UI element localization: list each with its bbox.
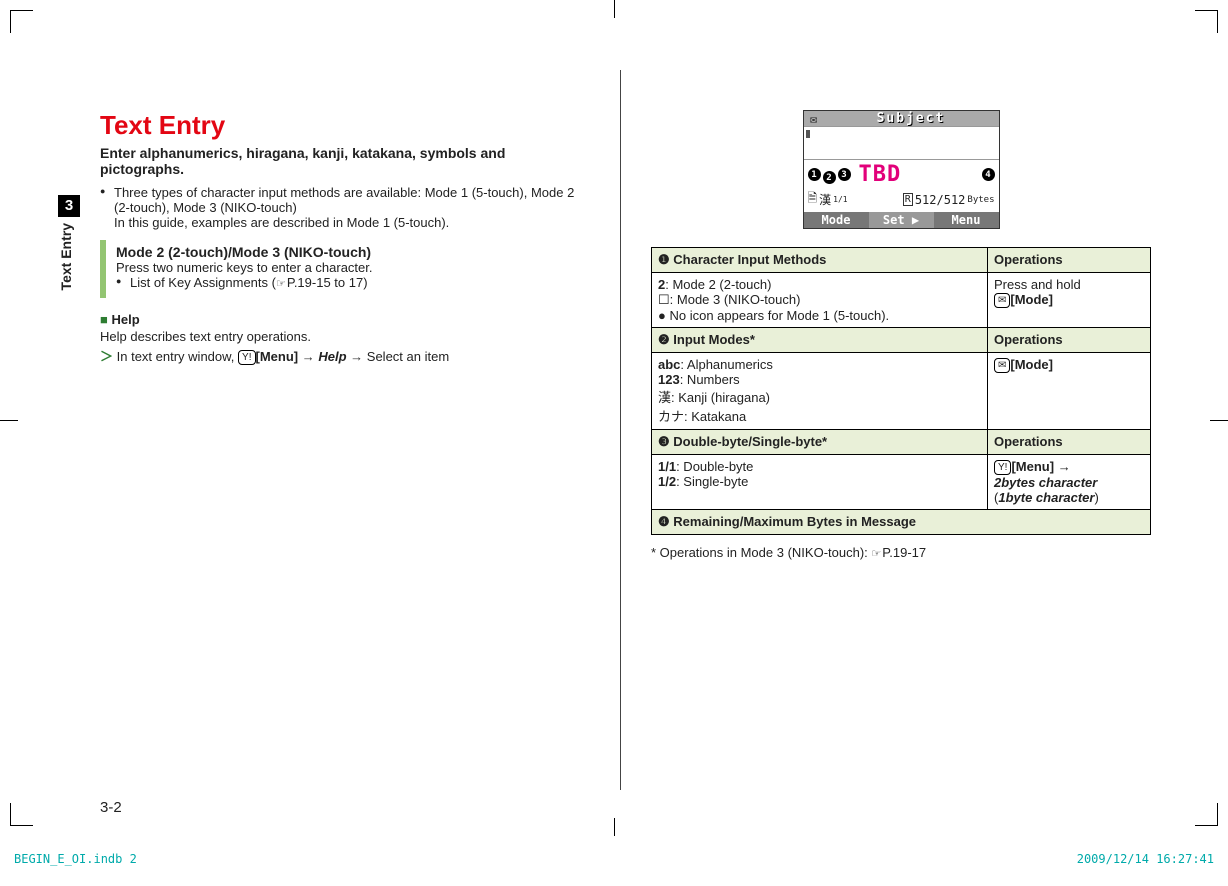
indicator-table: ❶ Character Input Methods Operations 2: …: [651, 247, 1151, 535]
help-step: ＞ In text entry window, Y![Menu] → Help …: [100, 346, 590, 365]
page-number: 3-2: [100, 799, 122, 816]
th-remaining-bytes: ❹ Remaining/Maximum Bytes in Message: [652, 510, 1151, 535]
page-title: Text Entry: [100, 110, 590, 141]
byte-unit: Bytes: [967, 195, 994, 205]
callout-2-icon: 2: [823, 171, 836, 184]
th-operations-2: Operations: [988, 328, 1151, 353]
right-column: ✉ Subject 1 2 3 TBD 4 🗎 漢 1/1: [651, 70, 1151, 790]
footnote: * Operations in Mode 3 (NIKO-touch): P.1…: [651, 545, 1151, 560]
square-icon: ■: [100, 312, 108, 327]
imprint-footer: BEGIN_E_OI.indb 2 2009/12/14 16:27:41: [14, 852, 1214, 866]
th-operations: Operations: [988, 248, 1151, 273]
byte-counter: 512/512: [915, 193, 966, 207]
callout-line1: Press two numeric keys to enter a charac…: [116, 260, 590, 275]
page-ref-icon-2: [871, 545, 882, 560]
help-heading: Help: [111, 312, 139, 327]
byte-mode-indicator: 1/1: [833, 195, 847, 204]
imprint-file: BEGIN_E_OI.indb 2: [14, 852, 137, 866]
callout-1-icon: 1: [808, 168, 821, 181]
help-section: ■ Help Help describes text entry operati…: [100, 312, 590, 365]
cursor-icon: [806, 130, 810, 138]
softkey-menu: Menu: [934, 212, 999, 228]
mail-softkey-icon: ✉: [994, 293, 1010, 308]
cell-input-modes-op: ✉[Mode]: [988, 353, 1151, 430]
cell-byte-mode-op: Y![Menu] → 2bytes character (1byte chara…: [988, 455, 1151, 510]
phone-screen-mock: ✉ Subject 1 2 3 TBD 4 🗎 漢 1/1: [803, 110, 1000, 229]
left-column: Text Entry Enter alphanumerics, hiragana…: [60, 70, 590, 790]
r-icon: R: [903, 193, 913, 206]
tbd-label: TBD: [859, 162, 902, 187]
cell-input-methods-op: Press and hold ✉[Mode]: [988, 273, 1151, 328]
callout-3-icon: 3: [838, 168, 851, 181]
th-input-methods: ❶ Character Input Methods: [652, 248, 988, 273]
softkey-set: Set ▶: [869, 212, 934, 228]
mode2-mode3-callout: Mode 2 (2-touch)/Mode 3 (NIKO-touch) Pre…: [100, 240, 590, 298]
bullet-input-methods: Three types of character input methods a…: [100, 185, 590, 230]
y-softkey-icon-2: Y!: [994, 460, 1011, 475]
th-input-modes: ❷ Input Modes*: [652, 328, 988, 353]
softkey-mode: Mode: [804, 212, 869, 228]
phone-title: Subject: [824, 111, 999, 126]
kanji-mode-indicator: 漢: [819, 191, 831, 208]
cell-input-methods: 2: Mode 2 (2-touch) ☐: Mode 3 (NIKO-touc…: [652, 273, 988, 328]
lede-text: Enter alphanumerics, hiragana, kanji, ka…: [100, 145, 590, 177]
cell-byte-mode: 1/1: Double-byte 1/2: Single-byte: [652, 455, 988, 510]
help-desc: Help describes text entry operations.: [100, 329, 590, 344]
imprint-timestamp: 2009/12/14 16:27:41: [1077, 852, 1214, 866]
page-ref-icon: [276, 275, 287, 290]
page-glyph-icon: 🗎: [808, 189, 818, 210]
callout-4-icon: 4: [982, 168, 995, 181]
mail-icon: ✉: [804, 112, 824, 126]
callout-line2: List of Key Assignments (P.19-15 to 17): [116, 275, 590, 290]
cell-input-modes: abc: Alphanumerics 123: Numbers 漢: Kanji…: [652, 353, 988, 430]
th-byte-mode: ❸ Double-byte/Single-byte*: [652, 430, 988, 455]
y-softkey-icon: Y!: [238, 350, 255, 365]
th-operations-3: Operations: [988, 430, 1151, 455]
mail-softkey-icon-2: ✉: [994, 358, 1010, 373]
callout-heading: Mode 2 (2-touch)/Mode 3 (NIKO-touch): [116, 244, 590, 260]
